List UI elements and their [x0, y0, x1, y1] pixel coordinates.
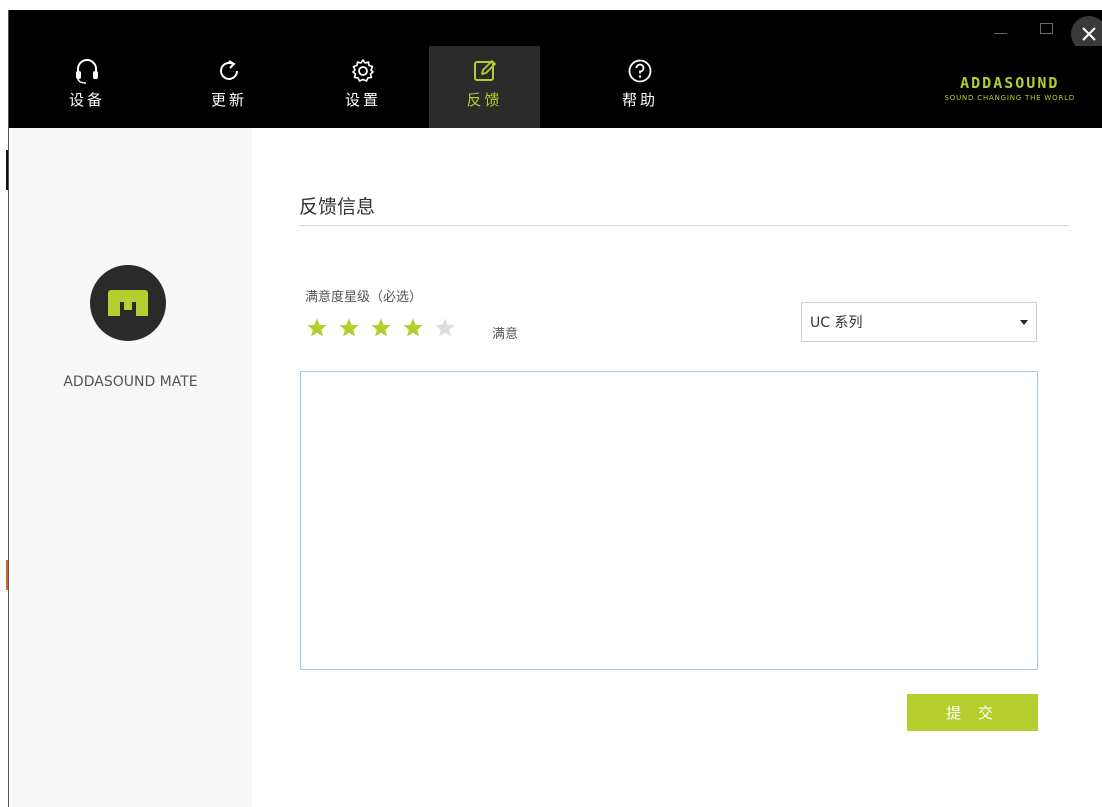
feedback-textarea[interactable]	[300, 371, 1038, 670]
rating-text: 满意	[492, 327, 519, 342]
minimize-icon	[993, 32, 1007, 34]
device-avatar	[90, 265, 166, 341]
nav-label: 设置	[344, 91, 381, 109]
app-window: 设备 更新 设置 反馈 帮助 ADDASOUND SOUND CHANGING …	[8, 10, 1102, 807]
close-icon	[1082, 27, 1096, 41]
nav-label: 更新	[210, 91, 247, 109]
nav-item-devices[interactable]: 设备	[37, 46, 137, 128]
nav-label: 设备	[68, 91, 105, 109]
headset-icon	[72, 56, 102, 86]
chevron-down-icon	[1020, 320, 1028, 325]
sidebar: ADDASOUND MATE	[9, 128, 252, 807]
gear-icon	[348, 56, 378, 86]
star-icon[interactable]	[306, 317, 328, 339]
brand-slogan: SOUND CHANGING THE WORLD	[944, 94, 1075, 102]
star-icon[interactable]	[402, 317, 424, 339]
maximize-icon	[1039, 22, 1053, 34]
device-name: ADDASOUND MATE	[63, 374, 198, 390]
star-icon[interactable]	[370, 317, 392, 339]
submit-button[interactable]: 提 交	[907, 694, 1038, 731]
help-icon	[625, 56, 655, 86]
star-icon[interactable]	[338, 317, 360, 339]
refresh-icon	[214, 56, 244, 86]
series-select-value: UC 系列	[810, 315, 863, 331]
title-bar	[9, 10, 1102, 52]
nav-item-help[interactable]: 帮助	[590, 46, 690, 128]
brand-name: ADDASOUND	[960, 74, 1060, 92]
page-title: 反馈信息	[299, 196, 376, 218]
nav-item-settings[interactable]: 设置	[313, 46, 413, 128]
nav-label: 反馈	[466, 91, 503, 109]
minimize-button[interactable]	[986, 10, 1014, 46]
title-divider	[299, 225, 1069, 226]
m-logo-icon	[108, 290, 148, 316]
top-nav: 设备 更新 设置 反馈 帮助 ADDASOUND SOUND CHANGING …	[9, 46, 1102, 128]
nav-item-feedback[interactable]: 反馈	[429, 46, 540, 128]
nav-label: 帮助	[621, 91, 658, 109]
maximize-button[interactable]	[1032, 10, 1060, 46]
feedback-panel: 反馈信息 满意度星级（必选） 满意 UC 系列 提 交	[252, 128, 1102, 807]
edit-icon	[470, 56, 500, 86]
star-icon[interactable]	[434, 317, 456, 339]
series-select[interactable]: UC 系列	[801, 302, 1037, 342]
brand-logo: ADDASOUND SOUND CHANGING THE WORLD	[945, 74, 1075, 102]
star-rating[interactable]	[306, 317, 456, 339]
left-edge	[0, 0, 8, 807]
rating-label: 满意度星级（必选）	[305, 290, 423, 305]
nav-item-update[interactable]: 更新	[179, 46, 279, 128]
